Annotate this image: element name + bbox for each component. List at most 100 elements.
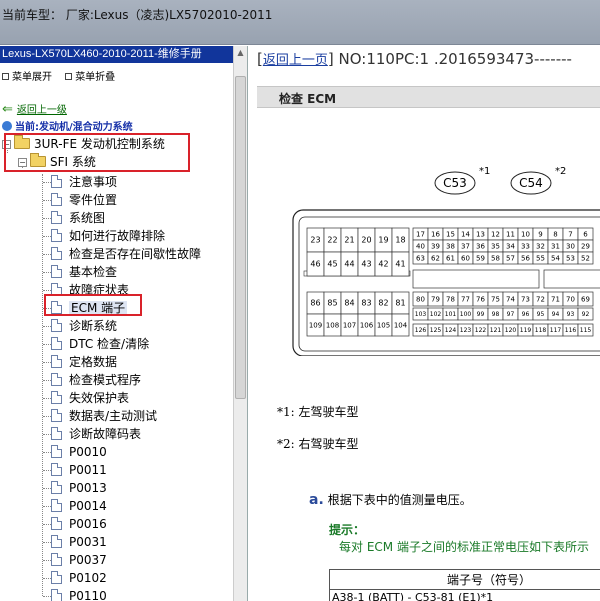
tree-item[interactable]: P0031 bbox=[51, 533, 107, 551]
tree-item[interactable]: P0016 bbox=[51, 515, 107, 533]
collapse-all-button[interactable]: 菜单折叠 bbox=[65, 72, 115, 83]
tree-line bbox=[43, 470, 51, 471]
top-nav: [返回上一页] NO:110PC:1 .2016593473------- bbox=[257, 50, 572, 68]
pin-number: 11 bbox=[506, 230, 515, 238]
tree-item[interactable]: P0110 bbox=[51, 587, 107, 601]
tree-item[interactable]: DTC 检查/清除 bbox=[51, 335, 149, 353]
pin-number: 43 bbox=[361, 260, 371, 269]
document-icon bbox=[51, 211, 62, 224]
pin-number: 70 bbox=[566, 295, 575, 303]
pin-number: 21 bbox=[344, 236, 354, 245]
document-icon bbox=[51, 391, 62, 404]
tree-item[interactable]: P0014 bbox=[51, 497, 107, 515]
pin-number: 16 bbox=[431, 230, 440, 238]
document-icon bbox=[51, 517, 62, 530]
pin-number: 125 bbox=[430, 327, 442, 334]
back-link[interactable]: ⇐ 返回上一级 bbox=[2, 101, 67, 117]
back-page-link[interactable]: 返回上一页 bbox=[263, 53, 328, 68]
tree-item[interactable]: P0037 bbox=[51, 551, 107, 569]
tree-item-label: P0102 bbox=[69, 571, 107, 585]
tree-item-label: 失效保护表 bbox=[69, 391, 130, 405]
manual-title: Lexus-LX570LX460-2010-2011-维修手册 bbox=[0, 46, 233, 63]
tree-item[interactable]: 定格数据 bbox=[51, 353, 117, 371]
tree-item[interactable]: 数据表/主动测试 bbox=[51, 407, 157, 425]
tree-item[interactable]: P0102 bbox=[51, 569, 107, 587]
pin-number: 42 bbox=[378, 260, 388, 269]
tree-item[interactable]: 零件位置 bbox=[51, 191, 117, 209]
pin-number: 92 bbox=[582, 311, 590, 318]
tree-line bbox=[43, 524, 51, 525]
collapse-icon bbox=[65, 73, 73, 80]
pin-number: 119 bbox=[520, 327, 532, 334]
pin-number: 76 bbox=[476, 295, 485, 303]
tree-item[interactable]: 注意事项 bbox=[51, 173, 117, 191]
pin-number: 29 bbox=[581, 242, 590, 250]
tree-item-label: P0110 bbox=[69, 589, 107, 601]
tree-item[interactable]: 检查模式程序 bbox=[51, 371, 141, 389]
document-icon bbox=[51, 409, 62, 422]
tree-line bbox=[43, 452, 51, 453]
pin-number: 71 bbox=[551, 295, 560, 303]
pin-number: 62 bbox=[431, 254, 440, 262]
tree-item[interactable]: P0011 bbox=[51, 461, 107, 479]
tree-line bbox=[43, 542, 51, 543]
tree-line bbox=[43, 290, 51, 291]
tree-item[interactable]: 基本检查 bbox=[51, 263, 117, 281]
document-icon bbox=[51, 373, 62, 386]
pin-number: 30 bbox=[566, 242, 575, 250]
ecm-connector-diagram: C53*1C54*2 23 22 21 20 19 1846 45 44 43 42 4186 85 8… bbox=[292, 166, 600, 356]
tree-item[interactable]: 诊断系统 bbox=[51, 317, 117, 335]
tree-item-label: 检查是否存在间歇性故障 bbox=[69, 247, 202, 261]
pin-number: 106 bbox=[360, 321, 374, 329]
document-icon bbox=[51, 427, 62, 440]
highlight-box bbox=[4, 133, 190, 172]
tree-line bbox=[42, 174, 43, 596]
connector-name: C54 bbox=[519, 176, 543, 190]
document-icon bbox=[51, 265, 62, 278]
tree-item[interactable]: P0010 bbox=[51, 443, 107, 461]
back-link-label: 返回上一级 bbox=[16, 105, 67, 116]
pin-number: 38 bbox=[446, 242, 455, 250]
pin-number: 12 bbox=[491, 230, 500, 238]
sidebar-scrollbar[interactable]: ▲ bbox=[233, 46, 247, 601]
doc-number: NO:110PC:1 .2016593473------- bbox=[338, 50, 572, 68]
voltage-table: 端子号（符号） A38-1 (BATT) - C53-81 (E1)*1 bbox=[329, 569, 600, 601]
connector-ref: *2 bbox=[555, 166, 566, 177]
tree-item[interactable]: 系统图 bbox=[51, 209, 105, 227]
pin-number: 33 bbox=[521, 242, 530, 250]
tree-item-label: 系统图 bbox=[69, 211, 106, 225]
connector-ref: *1 bbox=[479, 166, 490, 177]
pin-number: 20 bbox=[361, 236, 371, 245]
hint-text: 每对 ECM 端子之间的标准正常电压如下表所示 bbox=[339, 540, 589, 554]
pin-number: 120 bbox=[505, 327, 517, 334]
tree-item[interactable]: P0013 bbox=[51, 479, 107, 497]
pin-number: 81 bbox=[395, 299, 405, 308]
tree-line bbox=[43, 236, 51, 237]
tree-item[interactable]: 诊断故障码表 bbox=[51, 425, 141, 443]
pin-number: 13 bbox=[476, 230, 485, 238]
table-row: A38-1 (BATT) - C53-81 (E1)*1 bbox=[332, 591, 494, 601]
section-header-label: 检查 ECM bbox=[279, 92, 337, 106]
pin-number: 100 bbox=[460, 311, 472, 318]
pin-number: 73 bbox=[521, 295, 530, 303]
tree-item[interactable]: 如何进行故障排除 bbox=[51, 227, 165, 245]
current-path: 当前:发动机/混合动力系统 bbox=[2, 118, 133, 133]
pin-number: 53 bbox=[566, 254, 575, 262]
pin-number: 123 bbox=[460, 327, 472, 334]
tree-line bbox=[43, 488, 51, 489]
pin-number: 118 bbox=[535, 327, 547, 334]
document-icon bbox=[51, 175, 62, 188]
pin-number: 14 bbox=[461, 230, 470, 238]
step-letter: a. bbox=[309, 492, 324, 508]
tree-item[interactable]: 检查是否存在间歇性故障 bbox=[51, 245, 201, 263]
expand-all-button[interactable]: 菜单展开 bbox=[2, 72, 52, 83]
content-panel: [返回上一页] NO:110PC:1 .2016593473------- 检查… bbox=[249, 46, 600, 601]
scrollbar-thumb[interactable] bbox=[235, 76, 246, 399]
pin-number: 116 bbox=[565, 327, 577, 334]
scroll-up-arrow-icon[interactable]: ▲ bbox=[235, 48, 246, 60]
pin-number: 52 bbox=[581, 254, 590, 262]
tree-item[interactable]: 失效保护表 bbox=[51, 389, 129, 407]
pin-number: 57 bbox=[506, 254, 515, 262]
pin-number: 18 bbox=[395, 236, 405, 245]
hint-title: 提示： bbox=[329, 523, 366, 537]
